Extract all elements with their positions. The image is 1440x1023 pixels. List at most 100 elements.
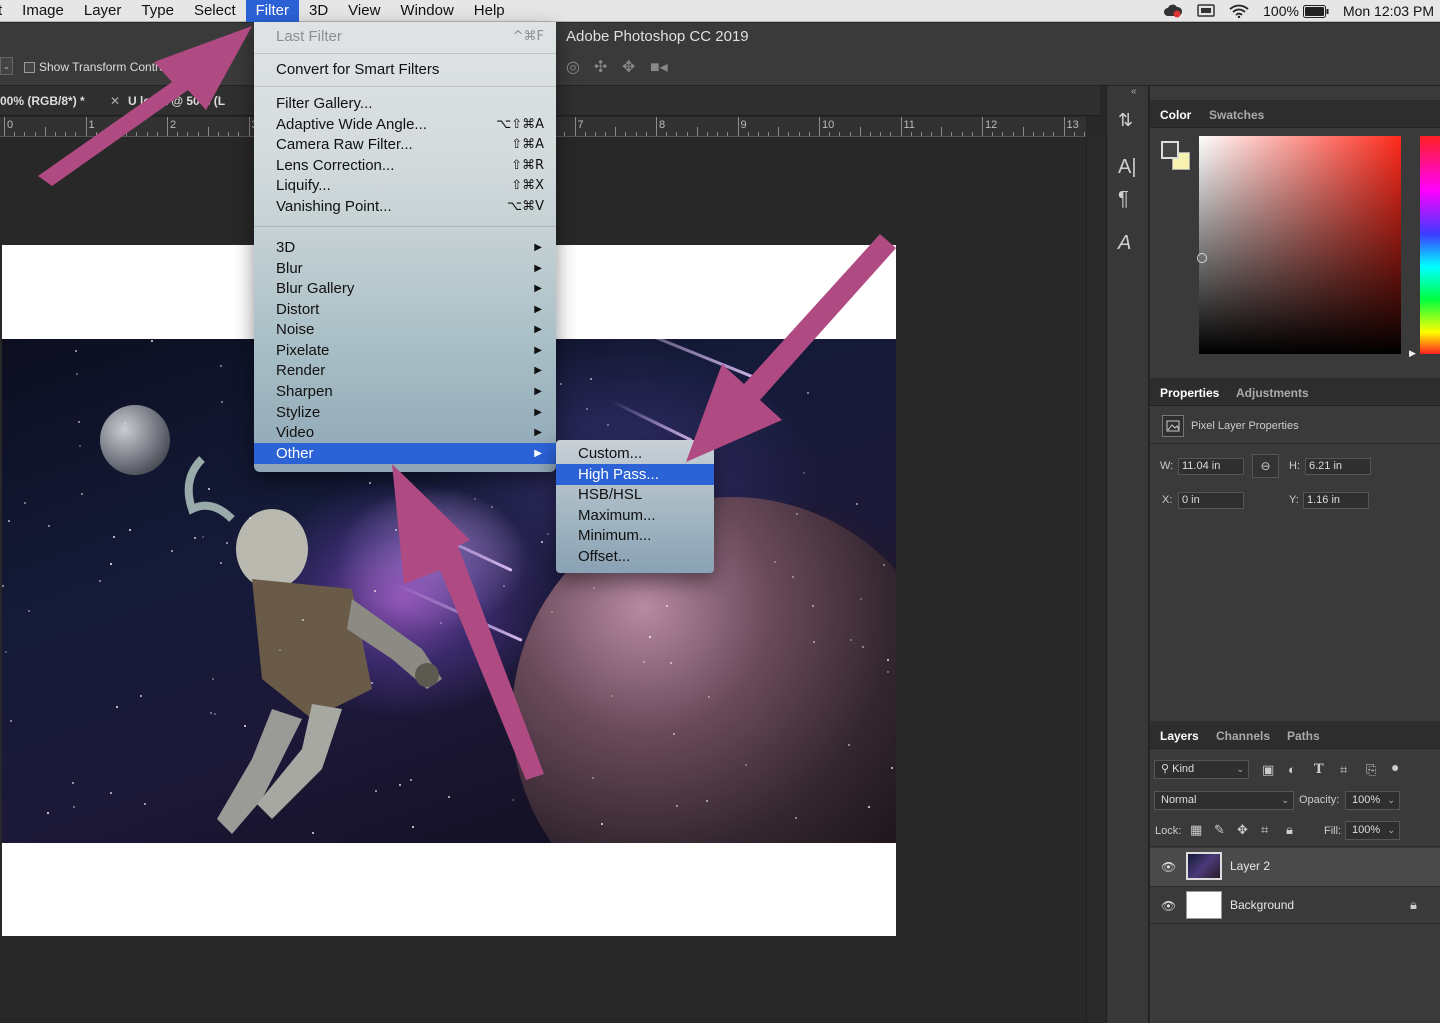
menu-item-distort[interactable]: Distort ▶ <box>254 299 556 320</box>
wifi-icon[interactable] <box>1229 4 1249 18</box>
layer-row-background[interactable]: 👁︎ Background 🔒︎ <box>1150 886 1440 924</box>
ruler-minor-tick <box>910 132 912 136</box>
menu-item-sharpen[interactable]: Sharpen ▶ <box>254 381 556 402</box>
collapse-panels-icon[interactable]: « <box>1131 86 1137 97</box>
menu-item-adaptive-wide-angle[interactable]: Adaptive Wide Angle... ⌥⇧⌘A <box>254 114 556 135</box>
layer-row-layer-2[interactable]: 👁︎ Layer 2 <box>1150 848 1440 886</box>
lock-all-icon[interactable]: 🔒︎ <box>1286 822 1293 838</box>
menu-edit-partial[interactable]: t <box>0 0 12 22</box>
orbit-3d-icon[interactable]: ◎ <box>566 57 580 77</box>
tab-layers[interactable]: Layers <box>1160 729 1199 743</box>
hue-slider[interactable] <box>1420 136 1440 354</box>
menu-item-camera-raw-filter[interactable]: Camera Raw Filter... ⇧⌘A <box>254 134 556 155</box>
layer-name[interactable]: Background <box>1230 898 1294 912</box>
menu-item-noise[interactable]: Noise ▶ <box>254 319 556 340</box>
menu-type[interactable]: Type <box>131 0 184 22</box>
display-icon[interactable] <box>1197 4 1215 18</box>
lock-position-icon[interactable]: ✥ <box>1237 822 1248 838</box>
menu-select[interactable]: Select <box>184 0 246 22</box>
menu-item-video[interactable]: Video ▶ <box>254 422 556 443</box>
slide-3d-icon[interactable]: ✥ <box>622 57 635 77</box>
visibility-eye-icon[interactable]: 👁︎ <box>1161 860 1176 874</box>
link-dimensions-icon[interactable]: ⊖ <box>1252 454 1279 478</box>
visibility-eye-icon[interactable]: 👁︎ <box>1161 899 1176 913</box>
menu-item-convert-smart-filters[interactable]: Convert for Smart Filters <box>254 59 556 80</box>
menu-item-3d[interactable]: 3D ▶ <box>254 237 556 258</box>
layer-filter-kind-dropdown[interactable]: ⚲ Kind ⌄ <box>1154 760 1249 779</box>
height-field[interactable]: 6.21 in <box>1305 458 1371 475</box>
menu-layer[interactable]: Layer <box>74 0 132 22</box>
creative-cloud-icon[interactable] <box>1163 4 1183 18</box>
menu-item-minimum[interactable]: Minimum... <box>556 525 714 546</box>
menu-image[interactable]: Image <box>12 0 74 22</box>
x-position-field[interactable]: 0 in <box>1178 492 1244 509</box>
history-panel-icon[interactable]: ⇅ <box>1118 110 1133 131</box>
menu-item-other[interactable]: Other ▶ <box>254 443 556 464</box>
tab-adjustments[interactable]: Adjustments <box>1236 386 1309 400</box>
lock-transparent-pixels-icon[interactable]: ▦ <box>1190 822 1202 838</box>
filter-adjustment-icon[interactable]: ◐ <box>1288 762 1296 777</box>
close-icon[interactable]: ✕ <box>110 94 120 108</box>
menubar-clock[interactable]: Mon 12:03 PM <box>1343 3 1434 19</box>
menu-view[interactable]: View <box>338 0 390 22</box>
filter-toggle-icon[interactable]: ● <box>1391 759 1399 775</box>
menu-item-blur[interactable]: Blur ▶ <box>254 258 556 279</box>
paragraph-panel-icon[interactable]: ¶ <box>1118 188 1129 211</box>
battery-icon[interactable] <box>1302 4 1329 18</box>
width-field[interactable]: 11.04 in <box>1178 458 1244 475</box>
menu-item-filter-gallery[interactable]: Filter Gallery... <box>254 93 556 114</box>
blend-mode-dropdown[interactable]: Normal ⌄ <box>1154 791 1294 810</box>
y-position-field[interactable]: 1.16 in <box>1303 492 1369 509</box>
layer-name[interactable]: Layer 2 <box>1230 859 1270 873</box>
tab-properties[interactable]: Properties <box>1160 386 1219 400</box>
show-transform-controls[interactable]: Show Transform Contro <box>24 60 166 74</box>
star <box>861 646 864 649</box>
tab-swatches[interactable]: Swatches <box>1209 108 1264 122</box>
menu-item-liquify[interactable]: Liquify... ⇧⌘X <box>254 175 556 196</box>
foreground-color-swatch[interactable] <box>1161 141 1179 159</box>
ruler-minor-tick <box>859 127 861 136</box>
tab-channels[interactable]: Channels <box>1216 729 1270 743</box>
opacity-field[interactable]: 100% ⌄ <box>1345 791 1400 810</box>
character-panel-icon[interactable]: A| <box>1118 156 1137 179</box>
canvas-vertical-scrollbar[interactable] <box>1086 137 1106 1023</box>
menu-item-stylize[interactable]: Stylize ▶ <box>254 402 556 423</box>
filter-shape-icon[interactable]: ⌗ <box>1340 762 1347 778</box>
chevron-down-icon[interactable]: ⌄ <box>1387 822 1395 839</box>
tool-preset-dropdown[interactable]: ⌄ <box>0 57 13 75</box>
pan-3d-icon[interactable]: ✣ <box>594 57 607 77</box>
filter-type-icon[interactable]: T <box>1314 762 1324 777</box>
menu-window[interactable]: Window <box>390 0 463 22</box>
menu-item-render[interactable]: Render ▶ <box>254 360 556 381</box>
tab-color[interactable]: Color <box>1160 108 1191 122</box>
filter-pixel-icon[interactable]: ▣ <box>1262 762 1274 778</box>
menu-filter[interactable]: Filter <box>245 0 299 22</box>
show-transform-checkbox[interactable] <box>24 61 35 73</box>
menu-item-offset[interactable]: Offset... <box>556 546 714 567</box>
lock-artboard-icon[interactable]: ⌗ <box>1261 822 1268 838</box>
menu-item-maximum[interactable]: Maximum... <box>556 505 714 526</box>
document-tab-1[interactable]: 00% (RGB/8*) * <box>0 94 85 108</box>
lock-icon[interactable]: 🔒︎ <box>1410 897 1417 913</box>
menu-item-lens-correction[interactable]: Lens Correction... ⇧⌘R <box>254 155 556 176</box>
color-picker-cursor[interactable] <box>1197 253 1207 263</box>
menu-3d[interactable]: 3D <box>299 0 338 22</box>
camera-3d-icon[interactable]: ■◂ <box>650 57 668 77</box>
menu-item-blur-gallery[interactable]: Blur Gallery ▶ <box>254 278 556 299</box>
menu-item-custom[interactable]: Custom... <box>556 443 714 464</box>
filter-smart-object-icon[interactable]: ⎘ <box>1366 762 1376 778</box>
menu-item-high-pass[interactable]: High Pass... <box>556 464 714 485</box>
tab-paths[interactable]: Paths <box>1287 729 1320 743</box>
color-field[interactable] <box>1199 136 1401 354</box>
fill-field[interactable]: 100% ⌄ <box>1345 821 1400 840</box>
chevron-down-icon[interactable]: ⌄ <box>1387 792 1395 809</box>
menu-help[interactable]: Help <box>464 0 515 22</box>
glyphs-panel-icon[interactable]: A <box>1118 232 1131 255</box>
lock-image-pixels-icon[interactable]: ✎ <box>1214 822 1225 838</box>
menu-item-pixelate[interactable]: Pixelate ▶ <box>254 340 556 361</box>
document-tab-2[interactable]: U led-1 @ 50% (L <box>128 94 225 108</box>
menu-item-hsb-hsl[interactable]: HSB/HSL <box>556 484 714 505</box>
ruler-minor-tick <box>584 132 586 136</box>
menu-item-vanishing-point[interactable]: Vanishing Point... ⌥⌘V <box>254 196 556 217</box>
hue-slider-handle[interactable]: ▶ <box>1409 348 1416 359</box>
